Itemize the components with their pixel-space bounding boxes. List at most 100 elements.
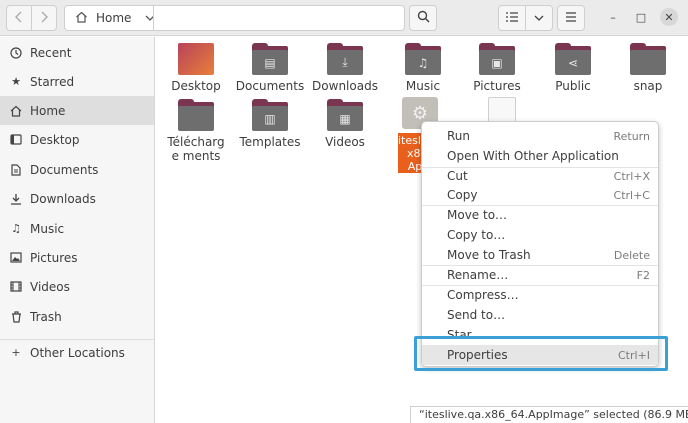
sidebar-item-label: Pictures (30, 250, 78, 265)
pictures-folder-icon: ▣ (479, 43, 515, 75)
search-button[interactable] (409, 5, 437, 31)
highlight-annotation (414, 336, 668, 371)
path-bar-home[interactable]: Home (64, 5, 155, 31)
home-icon (75, 11, 88, 26)
menu-item-label: Run (447, 129, 471, 143)
chevron-right-icon (39, 11, 49, 26)
sidebar-item-trash[interactable]: Trash (0, 302, 154, 331)
sidebar-item-label: Recent (30, 45, 72, 60)
menu-item-label: Compress… (447, 288, 519, 302)
sidebar-item-music[interactable]: ♫ Music (0, 214, 154, 243)
file-label: Downloads (312, 79, 378, 93)
file-label: Documents (235, 79, 305, 93)
sidebar-item-pictures[interactable]: Pictures (0, 243, 154, 272)
menu-item-move-to[interactable]: Move to… (422, 205, 658, 225)
download-icon (10, 193, 22, 205)
file-item-music[interactable]: ♫ Music (388, 43, 458, 93)
telechargements-folder-icon (178, 99, 214, 131)
view-options-button[interactable] (525, 5, 553, 31)
public-folder-icon: ⋖ (555, 43, 591, 75)
file-item-pictures[interactable]: ▣ Pictures (462, 43, 532, 93)
file-item-telechargements[interactable]: Télécharge ments (161, 99, 231, 163)
sidebar-item-starred[interactable]: ★ Starred (0, 67, 154, 96)
sidebar-item-label: Documents (30, 162, 99, 177)
clock-icon (10, 46, 22, 59)
file-label: Pictures (473, 79, 521, 93)
menu-item-run[interactable]: Run Return (422, 126, 658, 146)
menu-item-accel: Delete (613, 248, 650, 262)
menu-item-label: Cut (447, 169, 468, 183)
plus-icon: + (11, 346, 21, 359)
file-item-downloads[interactable]: ⤓ Downloads (310, 43, 380, 93)
sidebar-item-label: Other Locations (30, 345, 125, 360)
menu-item-label: Move to Trash (447, 248, 531, 262)
file-item-templates[interactable]: ▥ Templates (235, 99, 305, 149)
menu-item-accel: F2 (636, 268, 650, 282)
chevron-down-icon (534, 11, 544, 25)
sidebar-item-label: Starred (30, 74, 75, 89)
menu-item-cut[interactable]: Cut Ctrl+X (422, 166, 658, 186)
sidebar-item-documents[interactable]: Documents (0, 155, 154, 184)
main-menu-button[interactable] (557, 5, 585, 31)
path-bar-empty[interactable] (153, 5, 405, 31)
sidebar-item-videos[interactable]: Videos (0, 272, 154, 301)
hamburger-menu-icon (565, 11, 577, 25)
music-folder-icon: ♫ (405, 43, 441, 75)
desktop-icon (10, 134, 22, 146)
sidebar-item-downloads[interactable]: Downloads (0, 184, 154, 213)
videos-folder-icon: ▦ (327, 99, 363, 131)
sidebar-item-label: Music (30, 221, 65, 236)
file-item-snap[interactable]: snap (613, 43, 683, 93)
downloads-folder-icon: ⤓ (327, 43, 363, 75)
star-icon: ★ (11, 75, 21, 88)
file-label: Public (555, 79, 591, 93)
search-icon (417, 10, 430, 26)
menu-item-send-to[interactable]: Send to… (422, 305, 658, 325)
file-label: Music (405, 79, 441, 93)
list-view-button[interactable] (498, 5, 526, 31)
menu-item-label: Rename… (447, 268, 509, 282)
trash-icon (10, 310, 22, 323)
sidebar: Recent ★ Starred Home Desktop Documents … (0, 37, 155, 423)
file-label: Videos (325, 135, 365, 149)
sidebar-item-label: Home (30, 103, 66, 118)
header-bar: Home – □ ✕ (0, 0, 688, 36)
menu-item-accel: Return (613, 129, 650, 143)
menu-item-rename[interactable]: Rename… F2 (422, 265, 658, 285)
sidebar-item-desktop[interactable]: Desktop (0, 125, 154, 154)
file-item-videos[interactable]: ▦ Videos (310, 99, 380, 149)
menu-item-copy-to[interactable]: Copy to… (422, 225, 658, 245)
menu-item-label: Copy (447, 188, 478, 202)
menu-item-open-with[interactable]: Open With Other Application (422, 146, 658, 166)
file-item-public[interactable]: ⋖ Public (538, 43, 608, 93)
menu-item-label: Move to… (447, 208, 508, 222)
sidebar-item-recent[interactable]: Recent (0, 38, 154, 67)
menu-item-label: Copy to… (447, 228, 506, 242)
file-item-documents[interactable]: ▤ Documents (235, 43, 305, 93)
menu-item-move-to-trash[interactable]: Move to Trash Delete (422, 245, 658, 265)
maximize-button[interactable]: □ (632, 8, 650, 26)
menu-item-compress[interactable]: Compress… (422, 285, 658, 305)
snap-folder-icon (630, 43, 666, 75)
music-icon: ♫ (11, 222, 21, 235)
minimize-button[interactable]: – (604, 8, 622, 26)
home-icon (10, 105, 22, 117)
status-bar: “iteslive.qa.x86_64.AppImage” selected (… (410, 406, 688, 423)
file-item-desktop[interactable]: Desktop (161, 43, 231, 93)
forward-button[interactable] (31, 5, 57, 31)
list-view-icon (506, 11, 518, 25)
sidebar-item-home[interactable]: Home (0, 96, 154, 125)
menu-item-label: Send to… (447, 308, 506, 322)
picture-icon (10, 252, 22, 264)
chevron-left-icon (14, 11, 24, 26)
back-button[interactable] (6, 5, 32, 31)
document-icon (10, 163, 22, 176)
menu-item-accel: Ctrl+X (613, 169, 650, 183)
documents-folder-icon: ▤ (252, 43, 288, 75)
sidebar-item-other-locations[interactable]: + Other Locations (0, 338, 154, 367)
video-icon (10, 281, 22, 293)
close-button[interactable]: ✕ (660, 8, 678, 26)
sidebar-item-label: Trash (30, 309, 62, 324)
menu-item-copy[interactable]: Copy Ctrl+C (422, 185, 658, 205)
file-label: snap (633, 79, 663, 93)
